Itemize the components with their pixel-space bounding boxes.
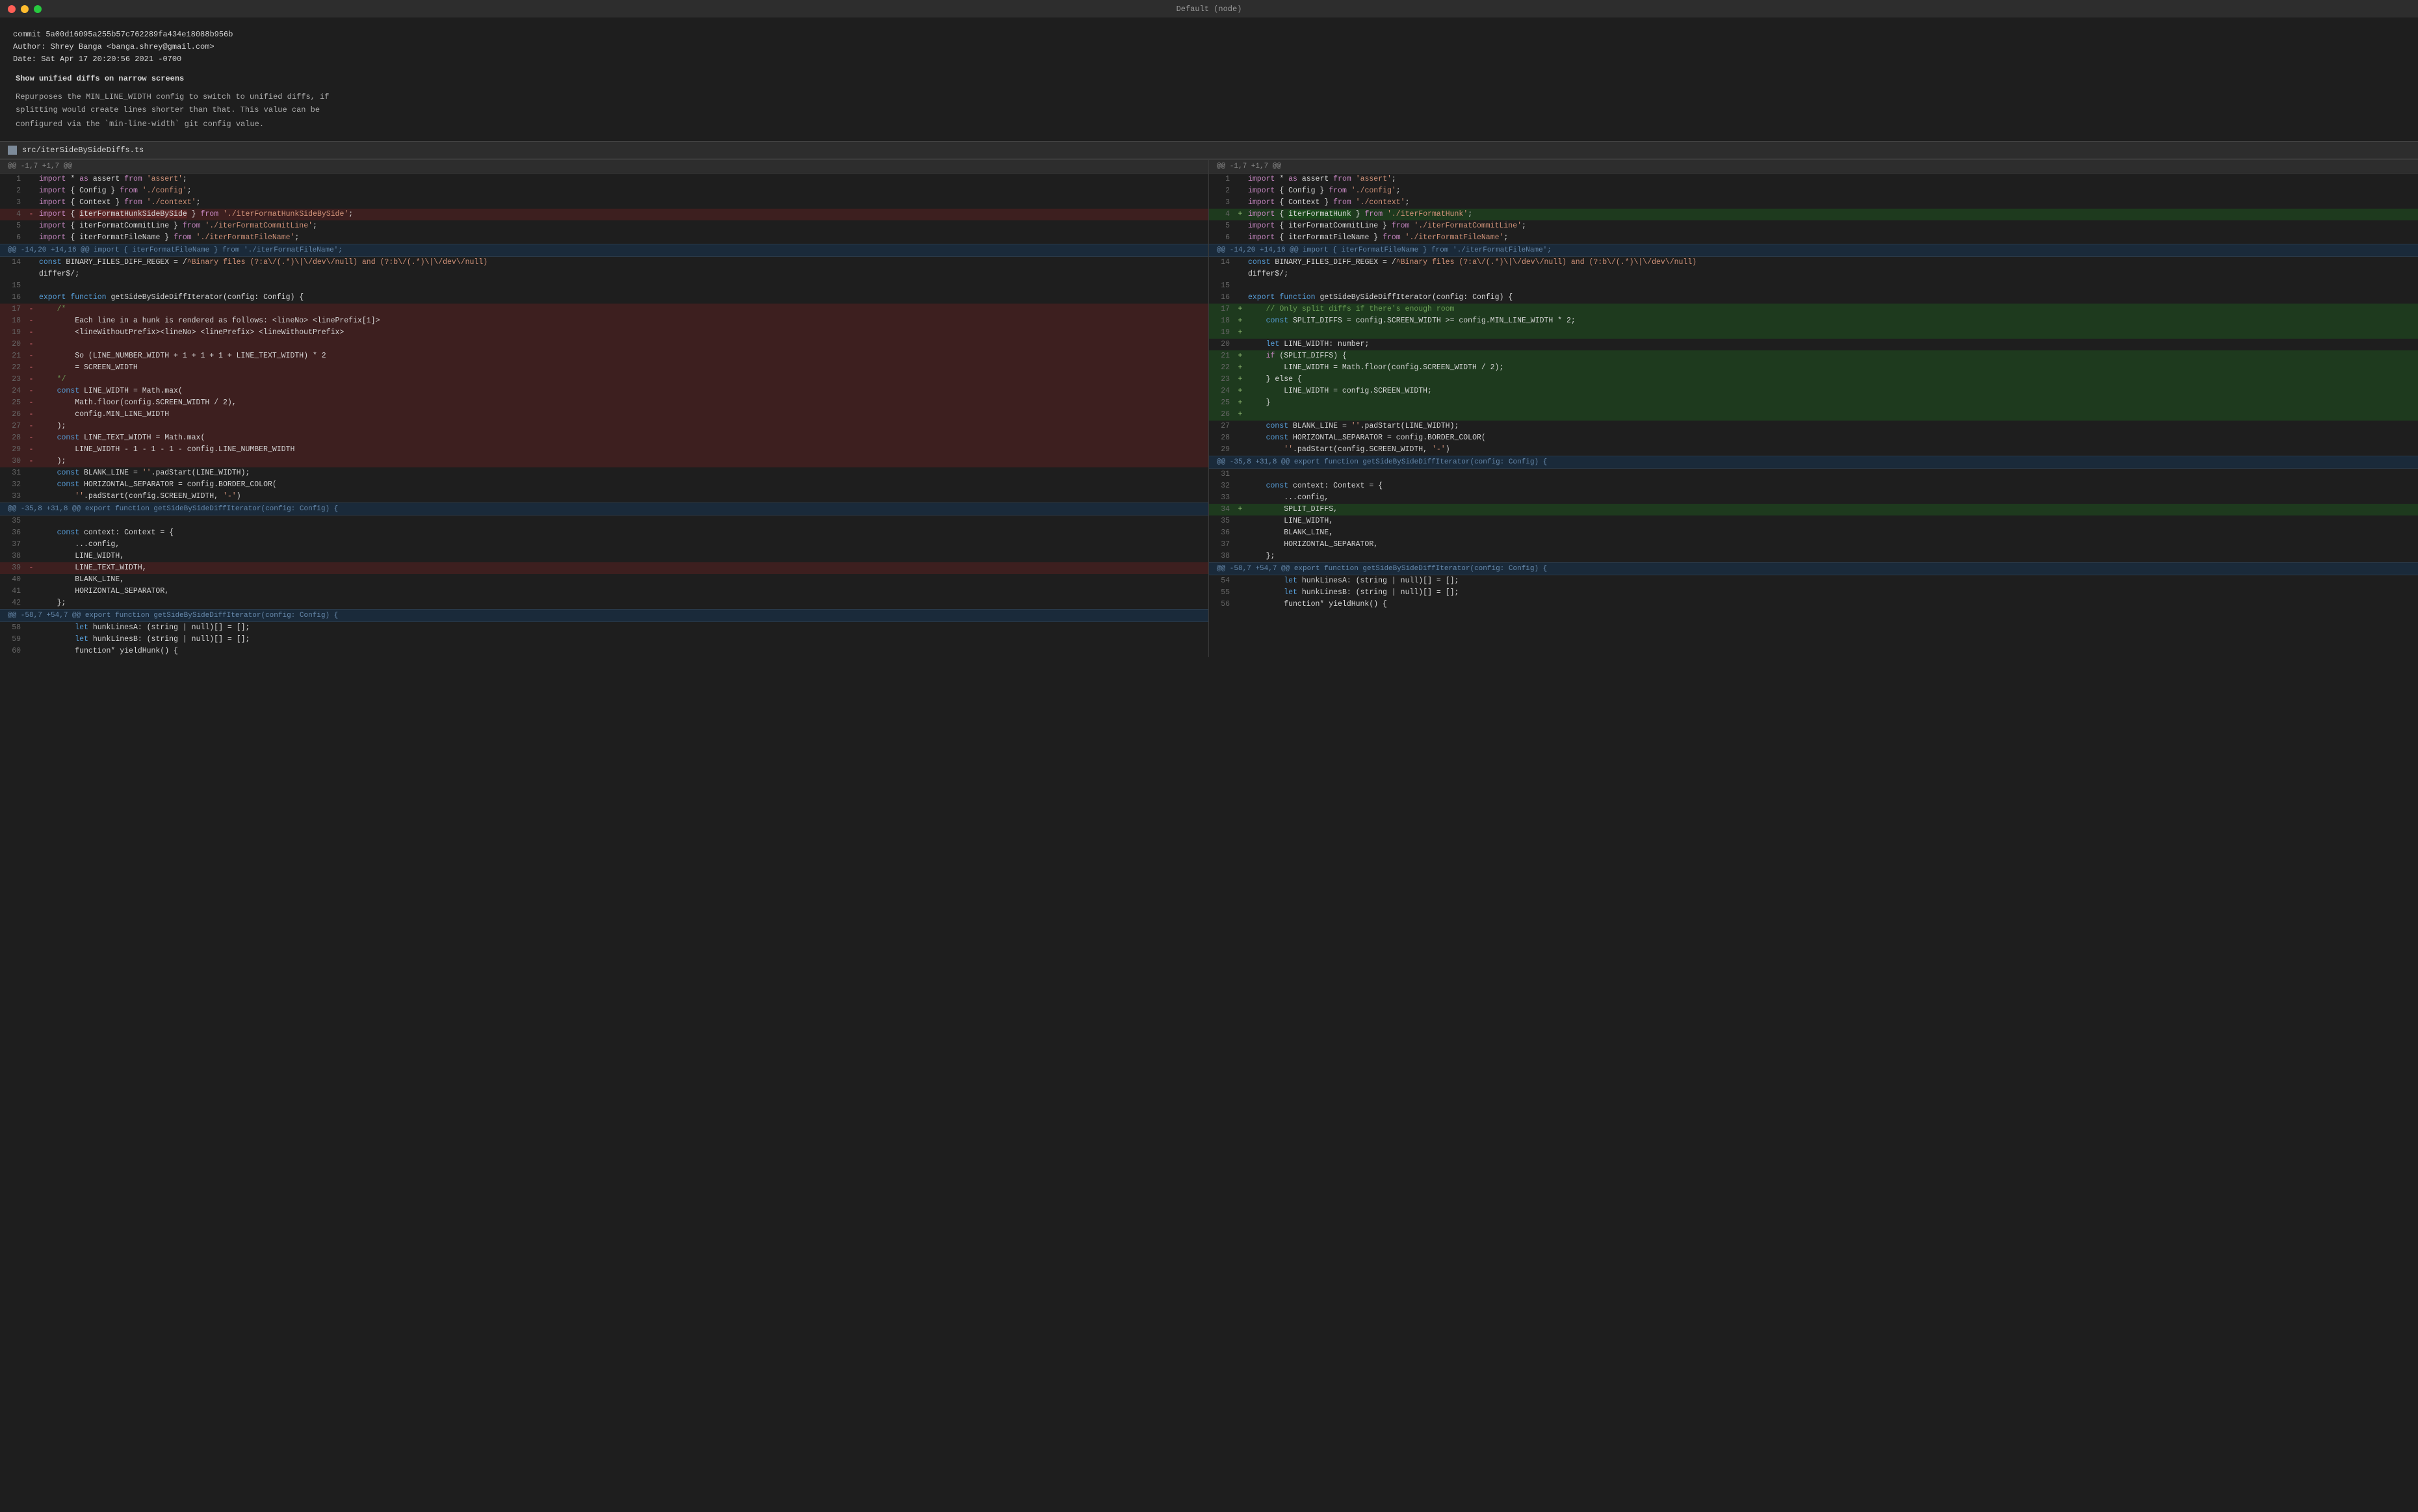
hunk-sep-right-3: @@ -58,7 +54,7 @@ export function getSid… xyxy=(1209,562,2418,575)
diff-line: 3 import { Context } from './context'; xyxy=(0,197,1208,209)
diff-line: 23 - */ xyxy=(0,374,1208,385)
diff-line: 34 + SPLIT_DIFFS, xyxy=(1209,504,2418,515)
diff-line: 5 import { iterFormatCommitLine } from '… xyxy=(0,220,1208,232)
diff-line: 22 - = SCREEN_WIDTH xyxy=(0,362,1208,374)
diff-line: 18 - Each line in a hunk is rendered as … xyxy=(0,315,1208,327)
diff-line: 25 + } xyxy=(1209,397,2418,409)
diff-line: 41 HORIZONTAL_SEPARATOR, xyxy=(0,586,1208,597)
commit-subject: Show unified diffs on narrow screens xyxy=(13,73,2405,85)
diff-line: 33 ''.padStart(config.SCREEN_WIDTH, '-') xyxy=(0,491,1208,502)
diff-line: 36 const context: Context = { xyxy=(0,527,1208,539)
diff-line: 35 xyxy=(0,515,1208,527)
maximize-button[interactable] xyxy=(34,5,42,13)
diff-line: 32 const HORIZONTAL_SEPARATOR = config.B… xyxy=(0,479,1208,491)
diff-pane-left: @@ -1,7 +1,7 @@ 1 import * as assert fro… xyxy=(0,159,1209,657)
diff-line: 54 let hunkLinesA: (string | null)[] = [… xyxy=(1209,575,2418,587)
diff-line: 5 import { iterFormatCommitLine } from '… xyxy=(1209,220,2418,232)
file-name: src/iterSideBySideDiffs.ts xyxy=(22,146,144,155)
diff-line: 19 - <lineWithoutPrefix><lineNo> <linePr… xyxy=(0,327,1208,339)
hunk-sep-right-2: @@ -35,8 +31,8 @@ export function getSid… xyxy=(1209,456,2418,469)
diff-line: 20 - xyxy=(0,339,1208,350)
minimize-button[interactable] xyxy=(21,5,29,13)
diff-line: 14 const BINARY_FILES_DIFF_REGEX = /^Bin… xyxy=(0,257,1208,268)
diff-line: 24 - const LINE_WIDTH = Math.max( xyxy=(0,385,1208,397)
diff-line: 29 ''.padStart(config.SCREEN_WIDTH, '-') xyxy=(1209,444,2418,456)
main-content[interactable]: commit 5a00d16095a255b57c762289fa434e180… xyxy=(0,18,2418,1512)
diff-line: 24 + LINE_WIDTH = config.SCREEN_WIDTH; xyxy=(1209,385,2418,397)
hunk-sep-left-3: @@ -58,7 +54,7 @@ export function getSid… xyxy=(0,609,1208,622)
hunk-header-left-1: @@ -1,7 +1,7 @@ xyxy=(0,159,1208,174)
diff-line: 26 + xyxy=(1209,409,2418,421)
diff-line: 36 BLANK_LINE, xyxy=(1209,527,2418,539)
diff-line: 17 - /* xyxy=(0,304,1208,315)
commit-body: Repurposes the MIN_LINE_WIDTH config to … xyxy=(13,90,2405,131)
diff-line: 55 let hunkLinesB: (string | null)[] = [… xyxy=(1209,587,2418,599)
close-button[interactable] xyxy=(8,5,16,13)
diff-line: 23 + } else { xyxy=(1209,374,2418,385)
hunk-sep-left-2: @@ -35,8 +31,8 @@ export function getSid… xyxy=(0,502,1208,515)
diff-line: 38 LINE_WIDTH, xyxy=(0,551,1208,562)
diff-line: 28 - const LINE_TEXT_WIDTH = Math.max( xyxy=(0,432,1208,444)
diff-line: 15 xyxy=(1209,280,2418,292)
hunk-header-right-1: @@ -1,7 +1,7 @@ xyxy=(1209,159,2418,174)
file-header: src/iterSideBySideDiffs.ts xyxy=(0,141,2418,159)
diff-line: 16 export function getSideBySideDiffIter… xyxy=(0,292,1208,304)
diff-line: 28 const HORIZONTAL_SEPARATOR = config.B… xyxy=(1209,432,2418,444)
commit-info: commit 5a00d16095a255b57c762289fa434e180… xyxy=(0,18,2418,136)
diff-container: @@ -1,7 +1,7 @@ 1 import * as assert fro… xyxy=(0,159,2418,657)
diff-line: 1 import * as assert from 'assert'; xyxy=(0,174,1208,185)
diff-line: differ$/; xyxy=(0,268,1208,280)
diff-line: 58 let hunkLinesA: (string | null)[] = [… xyxy=(0,622,1208,634)
diff-line: 4 - import { iterFormatHunkSideBySide } … xyxy=(0,209,1208,220)
commit-author: Author: Shrey Banga <banga.shrey@gmail.c… xyxy=(13,41,2405,53)
diff-line: 16 export function getSideBySideDiffIter… xyxy=(1209,292,2418,304)
diff-line: 30 - ); xyxy=(0,456,1208,467)
diff-line: 29 - LINE_WIDTH - 1 - 1 - 1 - config.LIN… xyxy=(0,444,1208,456)
diff-line: 27 const BLANK_LINE = ''.padStart(LINE_W… xyxy=(1209,421,2418,432)
diff-line: 31 const BLANK_LINE = ''.padStart(LINE_W… xyxy=(0,467,1208,479)
diff-line: 18 + const SPLIT_DIFFS = config.SCREEN_W… xyxy=(1209,315,2418,327)
diff-line: 27 - ); xyxy=(0,421,1208,432)
diff-line: 3 import { Context } from './context'; xyxy=(1209,197,2418,209)
diff-line: 60 function* yieldHunk() { xyxy=(0,645,1208,657)
diff-line: 56 function* yieldHunk() { xyxy=(1209,599,2418,610)
window-title: Default (node) xyxy=(1176,5,1242,14)
diff-pane-right: @@ -1,7 +1,7 @@ 1 import * as assert fro… xyxy=(1209,159,2418,657)
diff-line: 19 + xyxy=(1209,327,2418,339)
diff-line: 6 import { iterFormatFileName } from './… xyxy=(1209,232,2418,244)
diff-line: 2 import { Config } from './config'; xyxy=(0,185,1208,197)
diff-line: 4 + import { iterFormatHunk } from './it… xyxy=(1209,209,2418,220)
titlebar: Default (node) xyxy=(0,0,2418,18)
diff-line: 31 xyxy=(1209,469,2418,480)
diff-line: 6 import { iterFormatFileName } from './… xyxy=(0,232,1208,244)
diff-line: 33 ...config, xyxy=(1209,492,2418,504)
diff-line: 21 + if (SPLIT_DIFFS) { xyxy=(1209,350,2418,362)
diff-line: 40 BLANK_LINE, xyxy=(0,574,1208,586)
diff-line: 39 - LINE_TEXT_WIDTH, xyxy=(0,562,1208,574)
diff-line: 20 let LINE_WIDTH: number; xyxy=(1209,339,2418,350)
commit-hash: commit 5a00d16095a255b57c762289fa434e180… xyxy=(13,29,2405,41)
hunk-sep-right: @@ -14,20 +14,16 @@ import { iterFormatF… xyxy=(1209,244,2418,257)
diff-line: 17 + // Only split diffs if there's enou… xyxy=(1209,304,2418,315)
diff-line: 37 HORIZONTAL_SEPARATOR, xyxy=(1209,539,2418,551)
diff-line: 38 }; xyxy=(1209,551,2418,562)
diff-line: 42 }; xyxy=(0,597,1208,609)
diff-line: 22 + LINE_WIDTH = Math.floor(config.SCRE… xyxy=(1209,362,2418,374)
diff-line: 25 - Math.floor(config.SCREEN_WIDTH / 2)… xyxy=(0,397,1208,409)
diff-line: 1 import * as assert from 'assert'; xyxy=(1209,174,2418,185)
diff-line: 15 xyxy=(0,280,1208,292)
diff-line: 26 - config.MIN_LINE_WIDTH xyxy=(0,409,1208,421)
commit-date: Date: Sat Apr 17 20:20:56 2021 -0700 xyxy=(13,53,2405,66)
diff-line: 32 const context: Context = { xyxy=(1209,480,2418,492)
file-icon xyxy=(8,146,17,155)
diff-line: differ$/; xyxy=(1209,268,2418,280)
hunk-sep-left: @@ -14,20 +14,16 @@ import { iterFormatF… xyxy=(0,244,1208,257)
diff-line: 35 LINE_WIDTH, xyxy=(1209,515,2418,527)
window-controls[interactable] xyxy=(8,5,42,13)
diff-line: 59 let hunkLinesB: (string | null)[] = [… xyxy=(0,634,1208,645)
diff-line: 37 ...config, xyxy=(0,539,1208,551)
diff-line: 21 - So (LINE_NUMBER_WIDTH + 1 + 1 + 1 +… xyxy=(0,350,1208,362)
diff-line: 2 import { Config } from './config'; xyxy=(1209,185,2418,197)
diff-line: 14 const BINARY_FILES_DIFF_REGEX = /^Bin… xyxy=(1209,257,2418,268)
